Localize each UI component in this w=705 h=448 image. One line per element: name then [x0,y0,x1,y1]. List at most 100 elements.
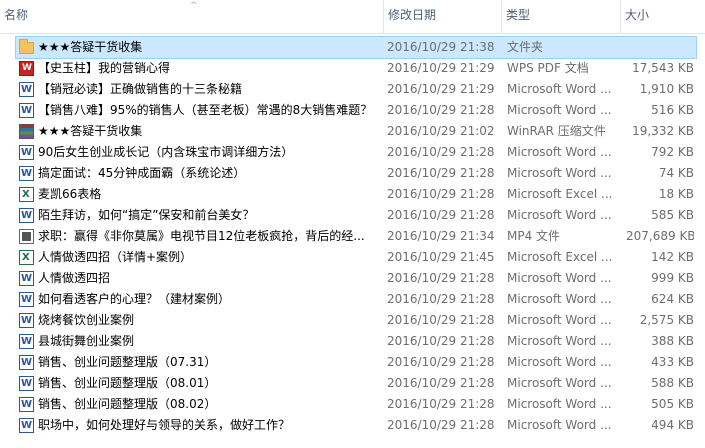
file-name: 人情做透四招 [38,271,111,285]
file-type: Microsoft Word ... [507,166,612,180]
file-type: Microsoft Word ... [507,397,612,411]
file-name: 搞定面试：45分钟成面霸（系统论述） [38,166,246,180]
file-date: 2016/10/29 21:45 [387,250,495,264]
file-date: 2016/10/29 21:34 [387,229,495,243]
file-row[interactable]: ★★★答疑干货收集 2016/10/29 21:02 WinRAR 压缩文件 19,3… [0,121,705,142]
file-name: ★★★答疑干货收集 [38,40,143,54]
file-size: 74 KB [658,166,694,180]
file-row[interactable]: 职场中，如何处理好与领导的关系，做好工作？ 2016/10/29 21:28 Mic… [0,415,705,436]
file-name: ★★★答疑干货收集 [38,124,143,138]
file-size [626,37,694,58]
column-header-type[interactable]: 类型 [501,0,620,33]
file-size: 388 KB [651,334,694,348]
file-row[interactable]: 【销售八难】95%的销售人（甚至老板）常遇的8大销售难题？ 2016/10/29 … [0,100,705,121]
file-size: 433 KB [651,355,694,369]
file-type: Microsoft Word ... [507,103,612,117]
file-date: 2016/10/29 21:28 [387,376,495,390]
file-size: 494 KB [651,418,694,432]
file-name: 职场中，如何处理好与领导的关系，做好工作？ [38,418,291,432]
file-type: 文件夹 [507,40,544,54]
file-row[interactable]: 【销冠必读】正确做销售的十三条秘籍 2016/10/29 21:29 Microso… [0,79,705,100]
file-name: 县城街舞创业案例 [38,334,135,348]
file-type: Microsoft Word ... [507,208,612,222]
file-date: 2016/10/29 21:28 [387,397,495,411]
file-type: Microsoft Word ... [507,292,612,306]
file-size: 999 KB [651,271,694,285]
file-date: 2016/10/29 21:28 [387,355,495,369]
file-size: 624 KB [651,292,694,306]
file-date: 2016/10/29 21:02 [387,124,495,138]
file-list: ★★★答疑干货收集 2016/10/29 21:38 文件夹【史玉柱】我的营销心得 2… [0,36,705,436]
file-type: Microsoft Word ... [507,271,612,285]
file-size: 18 KB [658,187,694,201]
column-header-size[interactable]: 大小 [620,0,705,33]
file-name: 【史玉柱】我的营销心得 [38,61,171,75]
file-row[interactable]: 销售、创业问题整理版（08.02） 2016/10/29 21:28 Microso… [0,394,705,415]
file-row[interactable]: 销售、创业问题整理版（08.01） 2016/10/29 21:28 Microso… [0,373,705,394]
column-header-date[interactable]: 修改日期 [383,0,501,33]
file-date: 2016/10/29 21:28 [387,313,495,327]
file-type: Microsoft Word ... [507,355,612,369]
file-row[interactable]: 90后女生创业成长记（内含珠宝市调详细方法） 2016/10/29 21:28 Mi… [0,142,705,163]
sort-ascending-icon: ^ [190,1,198,11]
file-name: 如何看透客户的心理？（建材案例） [38,292,231,306]
file-date: 2016/10/29 21:28 [387,166,495,180]
file-name: 90后女生创业成长记（内含珠宝市调详细方法） [38,145,294,159]
file-date: 2016/10/29 21:28 [387,145,495,159]
file-row[interactable]: ★★★答疑干货收集 2016/10/29 21:38 文件夹 [15,36,697,59]
file-row[interactable]: 人情做透四招 2016/10/29 21:28 Microsoft Word ...… [0,268,705,289]
file-name: 烧烤餐饮创业案例 [38,313,135,327]
column-header-bar: 名称 ^ 修改日期 类型 大小 [0,0,705,34]
file-date: 2016/10/29 21:29 [387,61,495,75]
file-name: 销售、创业问题整理版（07.31） [38,355,217,369]
file-type: WinRAR 压缩文件 [507,124,606,138]
file-size: 207,689 KB [626,229,694,243]
file-size: 792 KB [651,145,694,159]
file-size: 19,332 KB [632,124,694,138]
file-size: 516 KB [651,103,694,117]
file-row[interactable]: 如何看透客户的心理？（建材案例） 2016/10/29 21:28 Microsof… [0,289,705,310]
file-row[interactable]: 麦凯66表格 2016/10/29 21:28 Microsoft Excel ..… [0,184,705,205]
file-date: 2016/10/29 21:28 [387,103,495,117]
file-date: 2016/10/29 21:28 [387,187,495,201]
file-row[interactable]: 搞定面试：45分钟成面霸（系统论述） 2016/10/29 21:28 Micros… [0,163,705,184]
file-row[interactable]: 陌生拜访，如何“搞定”保安和前台美女？ 2016/10/29 21:28 Micro… [0,205,705,226]
file-type: Microsoft Word ... [507,145,612,159]
file-size: 505 KB [651,397,694,411]
file-row[interactable]: 【史玉柱】我的营销心得 2016/10/29 21:29 WPS PDF 文档 17,… [0,58,705,79]
file-size: 2,575 KB [639,313,694,327]
file-type: Microsoft Word ... [507,334,612,348]
file-type: MP4 文件 [507,229,561,243]
file-row[interactable]: 求职：赢得《非你莫属》电视节目12位老板疯抢，背后的经... 2016/10/29… [0,226,705,247]
file-size: 585 KB [651,208,694,222]
file-date: 2016/10/29 21:28 [387,292,495,306]
file-type: WPS PDF 文档 [507,61,589,75]
file-size: 1,910 KB [639,82,694,96]
file-name: 求职：赢得《非你莫属》电视节目12位老板疯抢，背后的经... [38,229,365,243]
file-name: 人情做透四招（详情+案例） [38,250,193,264]
file-date: 2016/10/29 21:29 [387,82,495,96]
file-type: Microsoft Excel ... [507,250,613,264]
file-date: 2016/10/29 21:38 [387,40,495,54]
file-name: 【销冠必读】正确做销售的十三条秘籍 [38,82,243,96]
file-row[interactable]: 县城街舞创业案例 2016/10/29 21:28 Microsoft Word .… [0,331,705,352]
file-name: 麦凯66表格 [38,187,102,201]
file-name: 销售、创业问题整理版（08.01） [38,376,217,390]
file-type: Microsoft Excel ... [507,187,613,201]
file-name: 陌生拜访，如何“搞定”保安和前台美女？ [38,208,255,222]
file-date: 2016/10/29 21:28 [387,334,495,348]
file-date: 2016/10/29 21:28 [387,418,495,432]
file-type: Microsoft Word ... [507,376,612,390]
file-size: 142 KB [651,250,694,264]
file-type: Microsoft Word ... [507,313,612,327]
file-type: Microsoft Word ... [507,82,612,96]
file-type: Microsoft Word ... [507,418,612,432]
file-row[interactable]: 人情做透四招（详情+案例） 2016/10/29 21:45 Microsoft E… [0,247,705,268]
file-row[interactable]: 烧烤餐饮创业案例 2016/10/29 21:28 Microsoft Word .… [0,310,705,331]
file-size: 588 KB [651,376,694,390]
file-name: 【销售八难】95%的销售人（甚至老板）常遇的8大销售难题？ [38,103,373,117]
file-name: 销售、创业问题整理版（08.02） [38,397,217,411]
file-row[interactable]: 销售、创业问题整理版（07.31） 2016/10/29 21:28 Microso… [0,352,705,373]
file-size: 17,543 KB [632,61,694,75]
file-date: 2016/10/29 21:28 [387,271,495,285]
